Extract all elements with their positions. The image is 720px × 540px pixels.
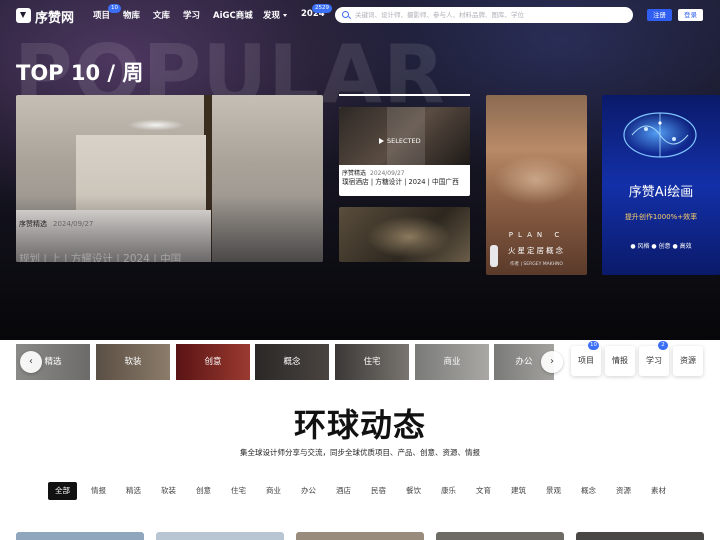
- nav-badge-projects: 10: [108, 4, 121, 13]
- feed-thumb[interactable]: [576, 532, 704, 540]
- filter-chip[interactable]: 办公: [294, 482, 323, 500]
- featured-card-ai[interactable]: 序赞Ai绘画 提升创作1000%+效率 ● 风格 ● 创意 ● 高效: [602, 95, 720, 275]
- card-poster-subtitle: 提升创作1000%+效率: [624, 213, 698, 221]
- top-nav: 序赞网 项目 10 物库 文库 学习 AiGC商城 发现 2024 2529 注…: [0, 0, 720, 30]
- filter-chip[interactable]: 商业: [259, 482, 288, 500]
- category-tile-residential[interactable]: 住宅: [335, 344, 409, 380]
- logo-icon[interactable]: [16, 8, 31, 23]
- hero-section: POPULAR 序赞网 项目 10 物库 文库 学习 AiGC商城 发现 202…: [0, 0, 720, 340]
- feed-thumb[interactable]: [296, 532, 424, 540]
- card-poster-subtitle: 火星定居概念: [508, 246, 565, 255]
- card-poster-title: 序赞Ai绘画: [628, 185, 694, 200]
- card-divider: [339, 94, 470, 96]
- feed-thumb[interactable]: [436, 532, 564, 540]
- tab-projects[interactable]: 项目: [571, 346, 601, 376]
- nav-item-docs[interactable]: 文库: [153, 9, 170, 21]
- register-button[interactable]: 注册: [647, 9, 672, 21]
- nav-badge-2024: 2529: [312, 4, 332, 13]
- featured-card-main[interactable]: 序赞精选 2024/09/27 规划 | 上 | 方耀设计 | 2024 | 中国: [16, 95, 323, 262]
- chevron-down-icon: [283, 14, 288, 17]
- section-subtitle: 集全球设计师分享与交流，同步全球优质项目、产品、创意、资源、情报: [240, 448, 480, 457]
- search-icon[interactable]: [342, 11, 349, 18]
- filter-chip[interactable]: 创意: [189, 482, 218, 500]
- filter-chip[interactable]: 酒店: [329, 482, 358, 500]
- card-meta: 序赞精选 2024/09/27: [19, 220, 94, 228]
- featured-card-selected[interactable]: SELECTED 序赞精选 2024/09/27 璞宿酒店 | 方糖设计 | 20…: [339, 107, 470, 196]
- tab-badge-learn: 2: [658, 341, 668, 350]
- card-poster-credit: 作者 | SERGEY MAKHNO: [510, 262, 563, 267]
- nav-item-aigc-store[interactable]: AiGC商城: [213, 9, 253, 21]
- card-meta: 序赞精选 2024/09/27: [342, 170, 405, 177]
- nav-item-learn[interactable]: 学习: [183, 9, 200, 21]
- filter-chip[interactable]: 全部: [48, 482, 77, 500]
- featured-card-mars[interactable]: PLAN C 火星定居概念 作者 | SERGEY MAKHNO: [486, 95, 587, 275]
- chevron-right-icon[interactable]: ›: [541, 351, 563, 373]
- filter-chip[interactable]: 住宅: [224, 482, 253, 500]
- category-tile-creative[interactable]: 创意: [176, 344, 250, 380]
- featured-card-rock[interactable]: [339, 207, 470, 262]
- nav-item-projects[interactable]: 项目: [93, 9, 110, 21]
- filter-chip[interactable]: 景观: [539, 482, 568, 500]
- card-image: SELECTED: [339, 107, 470, 165]
- search-input[interactable]: [355, 9, 625, 21]
- feed-thumb[interactable]: [156, 532, 284, 540]
- filter-chip[interactable]: 文育: [469, 482, 498, 500]
- filter-chip[interactable]: 软装: [154, 482, 183, 500]
- card-caption: 璞宿酒店 | 方糖设计 | 2024 | 中国广西: [342, 178, 459, 186]
- category-tile-concept[interactable]: 概念: [255, 344, 329, 380]
- logo-text[interactable]: 序赞网: [35, 7, 74, 26]
- card-image: [486, 145, 587, 215]
- tab-resources[interactable]: 资源: [673, 346, 703, 376]
- filter-chip[interactable]: 概念: [574, 482, 603, 500]
- play-icon: SELECTED: [379, 137, 421, 145]
- card-poster-bullets: ● 风格 ● 创意 ● 高效: [630, 243, 692, 250]
- filter-chip[interactable]: 情报: [84, 482, 113, 500]
- filter-chip[interactable]: 建筑: [504, 482, 533, 500]
- filter-chip[interactable]: 康乐: [434, 482, 463, 500]
- card-caption: 规划 | 上 | 方耀设计 | 2024 | 中国: [19, 253, 182, 262]
- tab-intel[interactable]: 情报: [605, 346, 635, 376]
- filter-chip[interactable]: 民宿: [364, 482, 393, 500]
- nav-item-library[interactable]: 物库: [123, 9, 140, 21]
- category-tile-softfurnish[interactable]: 软装: [96, 344, 170, 380]
- filter-chip[interactable]: 资源: [609, 482, 638, 500]
- feed-thumb[interactable]: [16, 532, 144, 540]
- tab-learn[interactable]: 学习: [639, 346, 669, 376]
- search-bar[interactable]: [335, 7, 633, 23]
- ai-brain-icon: [623, 112, 697, 158]
- card-poster-title: PLAN C: [508, 231, 565, 239]
- nav-item-discover[interactable]: 发现: [263, 9, 288, 21]
- page-title: TOP 10 / 周: [16, 61, 144, 85]
- category-tile-commercial[interactable]: 商业: [415, 344, 489, 380]
- tab-badge-projects: 10: [588, 341, 599, 350]
- filter-chip[interactable]: 素材: [644, 482, 673, 500]
- filter-chip[interactable]: 精选: [119, 482, 148, 500]
- section-title: 环球动态: [293, 406, 426, 444]
- login-button[interactable]: 登录: [678, 9, 703, 21]
- chevron-left-icon[interactable]: ‹: [20, 351, 42, 373]
- filter-chip[interactable]: 餐饮: [399, 482, 428, 500]
